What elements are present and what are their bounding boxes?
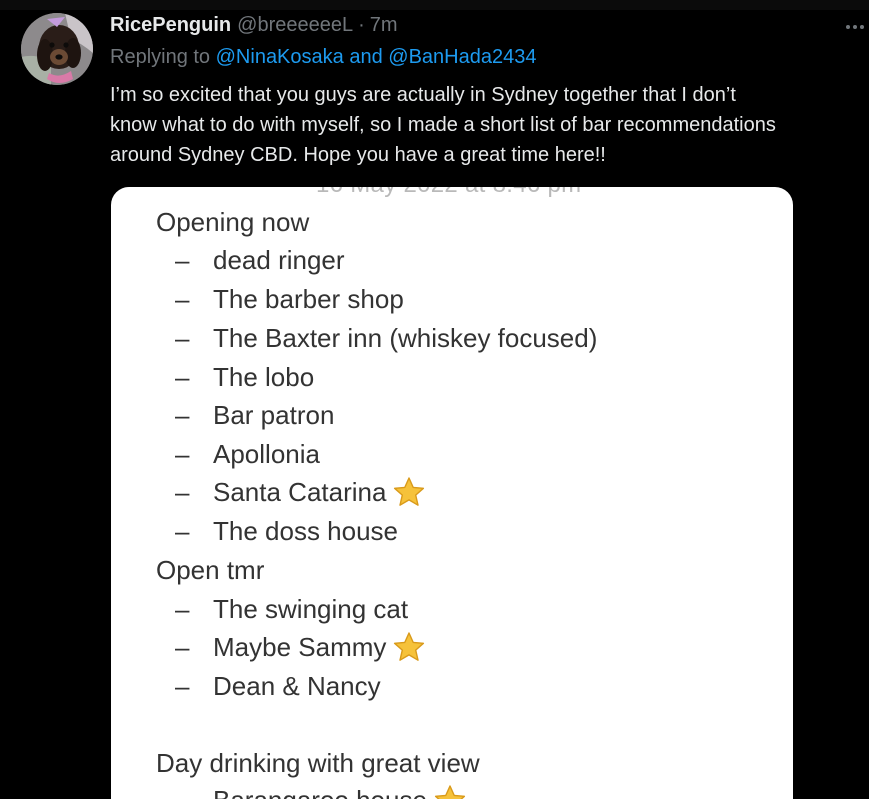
tweet-header: RicePenguin @breeeeeeL · 7m	[110, 14, 398, 40]
list-item-label: Santa Catarina	[213, 476, 387, 507]
mention-and[interactable]: and	[349, 46, 382, 68]
replying-to-label: Replying to	[110, 46, 211, 68]
list-item-label: Maybe Sammy	[213, 631, 387, 662]
list-item: – Apollonia	[175, 439, 320, 470]
list-dash: –	[175, 594, 190, 624]
timestamp[interactable]: 7m	[370, 14, 398, 37]
star-emoji-icon	[392, 631, 426, 663]
list-dash: –	[175, 362, 190, 392]
list-dash: –	[175, 400, 190, 430]
list-item: – The swinging cat	[175, 594, 408, 625]
list-item-label: The doss house	[213, 516, 399, 546]
attached-image[interactable]: 16 May 2022 at 8:46 pm Opening now – dea…	[111, 187, 793, 799]
list-item: – The Baxter inn (whiskey focused)	[175, 323, 597, 354]
list-item-label: The Baxter inn (whiskey focused)	[213, 323, 598, 353]
user-handle[interactable]: @breeeeeeL	[237, 14, 353, 37]
list-item: – The doss house	[175, 516, 398, 547]
star-emoji-icon	[433, 784, 467, 799]
list-item-label: The lobo	[213, 362, 315, 392]
list-item-label: The barber shop	[213, 284, 404, 314]
section-heading-opening-now: Opening now	[156, 207, 310, 237]
list-item-label: Dean & Nancy	[213, 671, 381, 701]
list-dash: –	[175, 323, 190, 353]
note-date-header: 16 May 2022 at 8:46 pm	[316, 187, 581, 199]
more-horizontal-icon[interactable]	[842, 14, 868, 40]
star-emoji-icon	[392, 476, 426, 508]
list-item-label: Apollonia	[213, 439, 320, 469]
list-item-label: dead ringer	[213, 245, 345, 275]
tweet-text-line: know what to do with myself, so I made a…	[110, 114, 776, 136]
separator-dot: ·	[358, 14, 365, 36]
list-dash: –	[175, 439, 190, 469]
list-item-label: The swinging cat	[213, 594, 409, 624]
mention-ninakosaka[interactable]: @NinaKosaka	[216, 46, 344, 68]
section-heading-day-drinking: Day drinking with great view	[156, 748, 480, 778]
list-dash: –	[175, 245, 190, 275]
list-dash: –	[175, 671, 190, 701]
list-item: – dead ringer	[175, 245, 345, 276]
list-item: – Bar patron	[175, 400, 334, 431]
tweet[interactable]: RicePenguin @breeeeeeL · 7m Replying to …	[0, 0, 869, 799]
tweet-text-line: I’m so excited that you guys are actuall…	[110, 84, 736, 106]
list-dash: –	[175, 631, 190, 662]
avatar-image	[21, 13, 93, 85]
tweet-text-line: around Sydney CBD. Hope you have a great…	[110, 144, 606, 166]
list-item: – The lobo	[175, 362, 314, 393]
avatar[interactable]	[21, 13, 93, 85]
list-dash: –	[175, 476, 190, 507]
list-item: – Barangaroo house	[175, 784, 467, 799]
tweet-text: I’m so excited that you guys are actuall…	[110, 80, 869, 170]
list-dash: –	[175, 785, 213, 799]
section-heading-open-tmr: Open tmr	[156, 555, 265, 585]
list-item-label: Bar patron	[213, 400, 335, 430]
display-name[interactable]: RicePenguin	[110, 14, 231, 37]
replying-to: Replying to @NinaKosaka and @BanHada2434	[110, 46, 536, 69]
list-item: – Maybe Sammy	[175, 631, 426, 663]
list-item: – Dean & Nancy	[175, 671, 381, 702]
mention-banhada2434[interactable]: @BanHada2434	[388, 46, 536, 68]
list-dash: –	[175, 516, 190, 546]
list-item: – Santa Catarina	[175, 476, 426, 508]
list-item-label: Barangaroo house	[213, 785, 427, 799]
top-divider	[0, 0, 869, 10]
list-item: – The barber shop	[175, 284, 404, 315]
list-dash: –	[175, 284, 190, 314]
